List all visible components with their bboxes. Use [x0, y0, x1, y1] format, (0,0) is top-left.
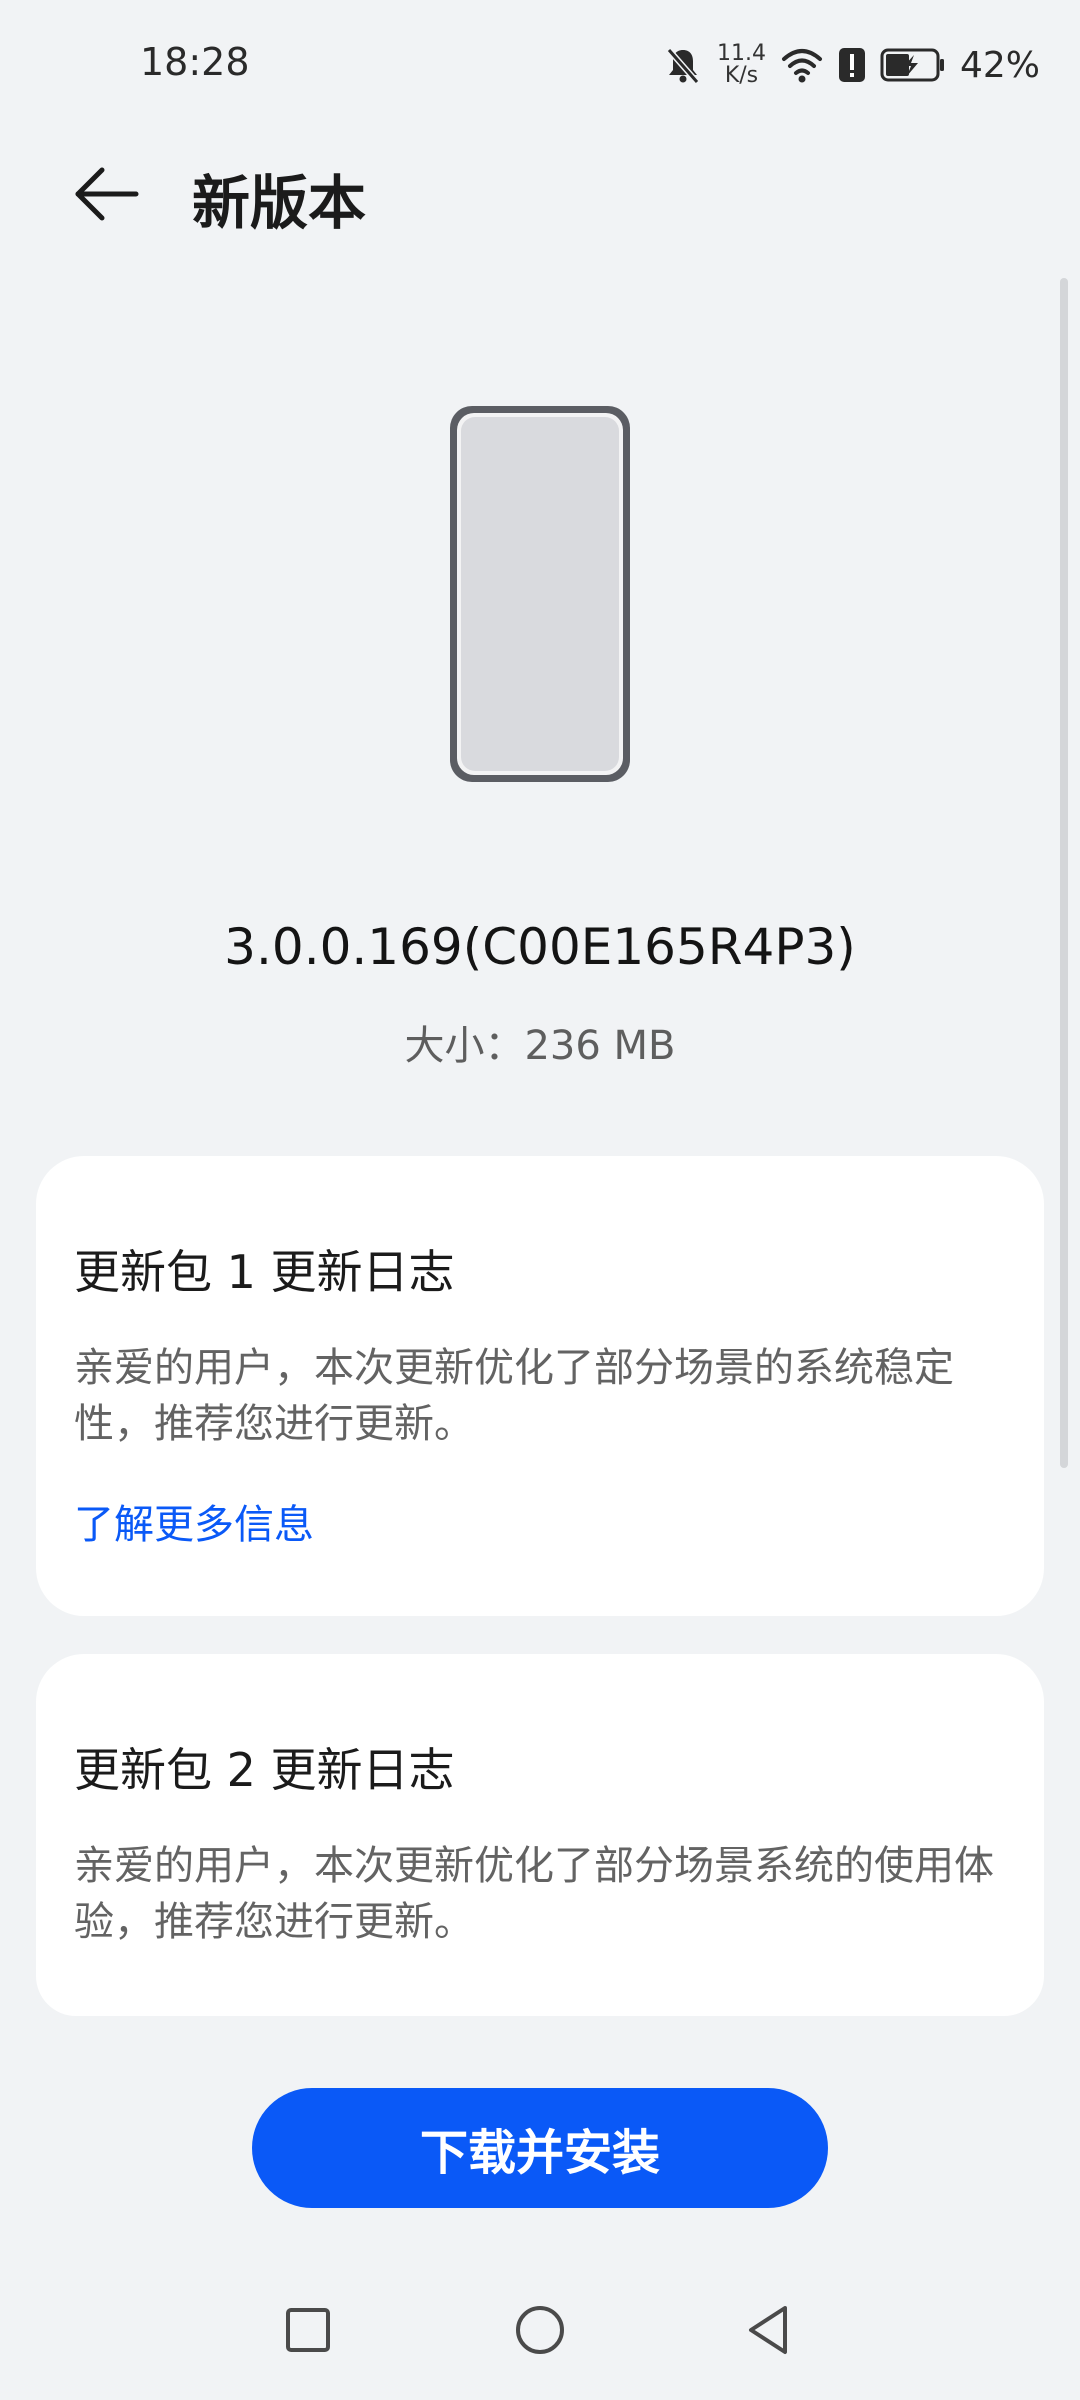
nav-back-button[interactable]	[728, 2290, 808, 2370]
status-time: 18:28	[140, 40, 250, 84]
phone-illustration	[447, 403, 633, 789]
battery-percent: 42%	[959, 44, 1040, 86]
home-button[interactable]	[500, 2290, 580, 2370]
changelog-title: 更新包 2 更新日志	[74, 1743, 455, 1797]
page-title: 新版本	[192, 169, 367, 237]
recent-apps-icon	[286, 2308, 330, 2352]
navigation-bar	[0, 2290, 1080, 2400]
changelog-body: 亲爱的用户，本次更新优化了部分场景的系统稳定性，推荐您进行更新。	[74, 1345, 954, 1447]
back-button[interactable]	[72, 164, 142, 224]
network-speed: 11.4 K/s	[717, 43, 766, 87]
back-arrow-icon	[75, 167, 139, 221]
bell-muted-icon	[666, 48, 700, 84]
changelog-card-1: 更新包 1 更新日志 亲爱的用户，本次更新优化了部分场景的系统稳定性，推荐您进行…	[36, 1156, 1044, 1616]
status-icons: 11.4 K/s 42%	[663, 40, 1040, 90]
scrollbar[interactable]	[1060, 278, 1068, 1468]
wifi-icon	[781, 49, 822, 83]
changelog-card-2: 更新包 2 更新日志 亲爱的用户，本次更新优化了部分场景系统的使用体验，推荐您进…	[36, 1654, 1044, 2016]
changelog-title: 更新包 1 更新日志	[74, 1245, 455, 1299]
battery-charging-icon	[880, 48, 944, 82]
recent-apps-button[interactable]	[268, 2290, 348, 2370]
alert-icon	[838, 48, 865, 82]
package-size: 大小：236 MB	[404, 1023, 676, 1069]
phone-icon	[450, 406, 630, 782]
changelog-body: 亲爱的用户，本次更新优化了部分场景系统的使用体验，推荐您进行更新。	[74, 1843, 994, 1945]
status-bar: 18:28 11.4 K/s 42%	[0, 0, 1080, 130]
home-icon	[516, 2306, 564, 2354]
network-speed-value: 11.4	[717, 41, 766, 66]
network-speed-unit: K/s	[724, 63, 759, 88]
back-icon	[749, 2306, 787, 2354]
version-name: 3.0.0.169(C00E165R4P3)	[224, 918, 856, 976]
learn-more-link[interactable]: 了解更多信息	[74, 1492, 314, 1550]
app-bar: 新版本	[0, 140, 1080, 250]
download-install-button[interactable]: 下载并安装	[252, 2088, 828, 2208]
